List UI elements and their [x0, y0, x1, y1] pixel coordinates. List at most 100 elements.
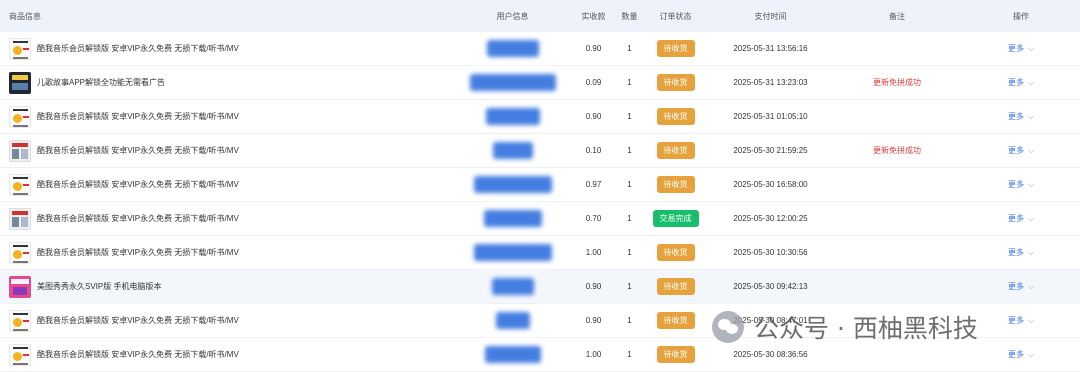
more-link[interactable]: 更多 [1008, 111, 1024, 122]
table-row[interactable]: 儿歌故事APP解锁全功能无需看广告 0.09 1 待收货 2025-05-31 … [0, 66, 1080, 100]
more-menu[interactable]: 更多 ⌵ [962, 315, 1080, 326]
product-thumbnail [9, 71, 31, 94]
user-info-blurred [492, 142, 533, 159]
chevron-down-icon[interactable]: ⌵ [1028, 316, 1034, 326]
product-thumbnail [9, 139, 31, 162]
product-name[interactable]: 美图秀秀永久SVIP版 手机电脑版本 [37, 281, 161, 292]
header-time: 支付时间 [754, 11, 787, 21]
paid-amount: 0.70 [585, 214, 602, 223]
user-cell [455, 176, 570, 193]
more-menu[interactable]: 更多 ⌵ [962, 111, 1080, 122]
user-cell [455, 346, 570, 363]
paid-amount: 0.90 [585, 282, 602, 291]
product-name[interactable]: 酷我音乐会员解锁版 安卓VIP永久免费 无损下载/听书/MV [37, 179, 239, 190]
product-thumbnail [9, 37, 31, 60]
product-thumbnail [9, 343, 31, 366]
status-badge: 待收货 [656, 176, 695, 193]
product-name[interactable]: 酷我音乐会员解锁版 安卓VIP永久免费 无损下载/听书/MV [37, 145, 239, 156]
chevron-down-icon[interactable]: ⌵ [1028, 248, 1034, 258]
table-header: 商品信息 用户信息 实收款 数量 订单状态 支付时间 备注 操作 [0, 0, 1080, 32]
chevron-down-icon[interactable]: ⌵ [1028, 112, 1034, 122]
product-cell: 美图秀秀永久SVIP版 手机电脑版本 [0, 275, 455, 298]
quantity: 1 [627, 44, 632, 53]
product-cell: 酷我音乐会员解锁版 安卓VIP永久免费 无损下载/听书/MV [0, 139, 455, 162]
user-cell [455, 40, 570, 57]
chevron-down-icon[interactable]: ⌵ [1028, 180, 1034, 190]
chevron-down-icon[interactable]: ⌵ [1028, 44, 1034, 54]
more-link[interactable]: 更多 [1008, 145, 1024, 156]
user-cell [455, 210, 570, 227]
table-row[interactable]: 酷我音乐会员解锁版 安卓VIP永久免费 无损下载/听书/MV 0.70 1 交易… [0, 202, 1080, 236]
product-name[interactable]: 酷我音乐会员解锁版 安卓VIP永久免费 无损下载/听书/MV [37, 315, 239, 326]
status-cell: 待收货 [642, 40, 709, 57]
product-name[interactable]: 酷我音乐会员解锁版 安卓VIP永久免费 无损下载/听书/MV [37, 247, 239, 258]
pay-time: 2025-05-30 10:30:56 [733, 248, 808, 257]
paid-amount: 0.97 [585, 180, 602, 189]
more-menu[interactable]: 更多 ⌵ [962, 179, 1080, 190]
chevron-down-icon[interactable]: ⌵ [1028, 282, 1034, 292]
product-name[interactable]: 酷我音乐会员解锁版 安卓VIP永久免费 无损下载/听书/MV [37, 43, 239, 54]
quantity: 1 [627, 248, 632, 257]
header-status: 订单状态 [659, 11, 692, 21]
product-thumbnail [9, 105, 31, 128]
more-link[interactable]: 更多 [1008, 43, 1024, 54]
more-link[interactable]: 更多 [1008, 179, 1024, 190]
table-row[interactable]: 酷我音乐会员解锁版 安卓VIP永久免费 无损下载/听书/MV 0.90 1 待收… [0, 100, 1080, 134]
status-badge: 待收货 [656, 312, 695, 329]
more-menu[interactable]: 更多 ⌵ [962, 213, 1080, 224]
wechat-icon [712, 311, 744, 343]
chevron-down-icon[interactable]: ⌵ [1028, 78, 1034, 88]
paid-amount: 1.00 [585, 248, 602, 257]
status-cell: 待收货 [642, 142, 709, 159]
table-row[interactable]: 酷我音乐会员解锁版 安卓VIP永久免费 无损下载/听书/MV 1.00 1 待收… [0, 236, 1080, 270]
more-menu[interactable]: 更多 ⌵ [962, 247, 1080, 258]
quantity: 1 [627, 214, 632, 223]
more-link[interactable]: 更多 [1008, 315, 1024, 326]
header-user: 用户信息 [455, 11, 570, 22]
more-menu[interactable]: 更多 ⌵ [962, 43, 1080, 54]
user-info-blurred [473, 176, 552, 193]
table-row[interactable]: 酷我音乐会员解锁版 安卓VIP永久免费 无损下载/听书/MV 0.10 1 待收… [0, 134, 1080, 168]
status-cell: 待收货 [642, 278, 709, 295]
more-menu[interactable]: 更多 ⌵ [962, 77, 1080, 88]
product-name[interactable]: 酷我音乐会员解锁版 安卓VIP永久免费 无损下载/听书/MV [37, 213, 239, 224]
more-link[interactable]: 更多 [1008, 213, 1024, 224]
table-row[interactable]: 酷我音乐会员解锁版 安卓VIP永久免费 无损下载/听书/MV 0.90 1 待收… [0, 32, 1080, 66]
pay-time: 2025-05-30 09:42:13 [733, 282, 808, 291]
quantity: 1 [627, 146, 632, 155]
product-cell: 酷我音乐会员解锁版 安卓VIP永久免费 无损下载/听书/MV [0, 37, 455, 60]
chevron-down-icon[interactable]: ⌵ [1028, 146, 1034, 156]
user-cell [455, 142, 570, 159]
paid-amount: 0.90 [585, 44, 602, 53]
user-info-blurred [483, 210, 542, 227]
more-link[interactable]: 更多 [1008, 281, 1024, 292]
header-op: 操作 [1013, 11, 1029, 21]
pay-time: 2025-05-31 13:56:16 [733, 44, 808, 53]
user-cell [455, 74, 570, 91]
table-row[interactable]: 酷我音乐会员解锁版 安卓VIP永久免费 无损下载/听书/MV 0.97 1 待收… [0, 168, 1080, 202]
product-name[interactable]: 酷我音乐会员解锁版 安卓VIP永久免费 无损下载/听书/MV [37, 349, 239, 360]
chevron-down-icon[interactable]: ⌵ [1028, 214, 1034, 224]
more-menu[interactable]: 更多 ⌵ [962, 349, 1080, 360]
user-info-blurred [491, 278, 534, 295]
user-info-blurred [484, 346, 541, 363]
pay-time: 2025-05-31 01:05:10 [733, 112, 808, 121]
more-menu[interactable]: 更多 ⌵ [962, 145, 1080, 156]
product-name[interactable]: 酷我音乐会员解锁版 安卓VIP永久免费 无损下载/听书/MV [37, 111, 239, 122]
quantity: 1 [627, 350, 632, 359]
product-thumbnail [9, 275, 31, 298]
status-cell: 交易完成 [642, 210, 709, 227]
product-thumbnail [9, 173, 31, 196]
more-link[interactable]: 更多 [1008, 77, 1024, 88]
table-row[interactable]: 美图秀秀永久SVIP版 手机电脑版本 0.90 1 待收货 2025-05-30… [0, 270, 1080, 304]
header-user-label: 用户信息 [496, 11, 529, 21]
status-badge: 交易完成 [652, 210, 699, 227]
more-link[interactable]: 更多 [1008, 247, 1024, 258]
more-link[interactable]: 更多 [1008, 349, 1024, 360]
pay-time: 2025-05-31 13:23:03 [733, 78, 808, 87]
product-name[interactable]: 儿歌故事APP解锁全功能无需看广告 [37, 77, 165, 88]
user-info-blurred [495, 312, 530, 329]
status-badge: 待收货 [656, 278, 695, 295]
more-menu[interactable]: 更多 ⌵ [962, 281, 1080, 292]
chevron-down-icon[interactable]: ⌵ [1028, 350, 1034, 360]
